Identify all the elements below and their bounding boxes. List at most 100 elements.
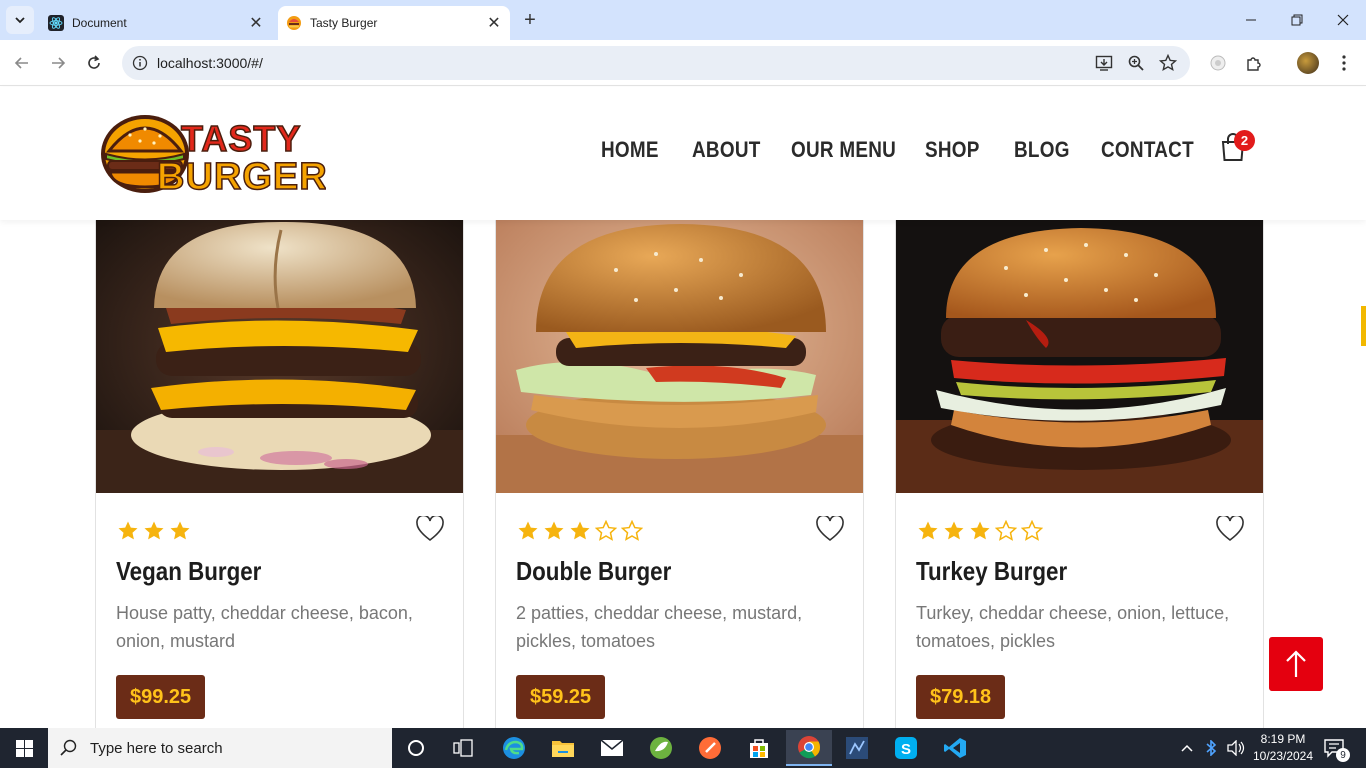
back-arrow-icon[interactable] xyxy=(8,49,36,77)
product-name[interactable]: Turkey Burger xyxy=(916,556,1067,587)
install-app-icon[interactable] xyxy=(1094,53,1114,73)
rating-stars xyxy=(515,518,645,544)
site-header: TASTY BURGER HOME ABOUT OUR MENU SHOP BL… xyxy=(0,87,1366,220)
star-filled-icon xyxy=(967,518,993,544)
address-bar[interactable]: localhost:3000/#/ xyxy=(122,46,1190,80)
show-hidden-icons[interactable] xyxy=(1180,728,1194,768)
more-menu-icon[interactable] xyxy=(1333,52,1355,74)
rating-stars xyxy=(115,518,193,544)
bluetooth-icon[interactable] xyxy=(1205,728,1217,768)
menu-section: Vegan Burger House patty, cheddar cheese… xyxy=(0,220,1366,728)
heart-icon[interactable] xyxy=(1216,514,1244,542)
chevron-down-icon xyxy=(15,17,25,24)
product-card: Turkey Burger Turkey, cheddar cheese, on… xyxy=(895,220,1264,728)
system-clock[interactable]: 8:19 PM 10/23/2024 xyxy=(1246,731,1320,765)
nav-blog[interactable]: BLOG xyxy=(1014,137,1070,163)
zoom-icon[interactable] xyxy=(1126,53,1146,73)
restore-icon[interactable] xyxy=(1283,6,1311,34)
reload-icon[interactable] xyxy=(80,49,108,77)
site-info-icon[interactable] xyxy=(130,53,150,73)
heart-icon[interactable] xyxy=(416,514,444,542)
star-filled-icon xyxy=(167,518,193,544)
close-tab-icon[interactable]: ✕ xyxy=(246,13,266,33)
product-image xyxy=(96,220,463,493)
notification-center-icon[interactable]: 9 xyxy=(1324,728,1350,768)
scroll-to-top-button[interactable] xyxy=(1269,637,1323,691)
product-name[interactable]: Double Burger xyxy=(516,556,671,587)
skype-icon[interactable]: S xyxy=(890,732,922,764)
search-icon xyxy=(60,739,77,756)
file-explorer-icon[interactable] xyxy=(547,732,579,764)
close-window-icon[interactable] xyxy=(1329,6,1357,34)
taskbar-search-box[interactable]: Type here to search xyxy=(48,728,392,768)
star-empty-icon xyxy=(993,518,1019,544)
tasty-burger-logo[interactable]: TASTY BURGER xyxy=(100,107,326,197)
network-tool-icon[interactable] xyxy=(841,732,873,764)
tab-document[interactable]: Document ✕ xyxy=(40,6,272,40)
product-card: Vegan Burger House patty, cheddar cheese… xyxy=(95,220,464,728)
nav-home[interactable]: HOME xyxy=(601,137,659,163)
star-filled-icon xyxy=(141,518,167,544)
nav-about[interactable]: ABOUT xyxy=(692,137,761,163)
product-description: House patty, cheddar cheese, bacon, onio… xyxy=(116,603,413,651)
star-filled-icon xyxy=(567,518,593,544)
windows-start-icon[interactable] xyxy=(0,728,48,768)
nav-shop[interactable]: SHOP xyxy=(925,137,980,163)
clock-date: 10/23/2024 xyxy=(1252,749,1314,763)
product-price[interactable]: $79.18 xyxy=(916,675,1006,719)
star-filled-icon xyxy=(941,518,967,544)
logo-line2: BURGER xyxy=(157,156,326,197)
tab-title: Document xyxy=(72,16,127,30)
star-empty-icon xyxy=(619,518,645,544)
product-price[interactable]: $99.25 xyxy=(116,675,206,719)
forward-arrow-icon[interactable] xyxy=(44,49,72,77)
product-image xyxy=(496,220,863,493)
notification-count: 9 xyxy=(1336,748,1350,762)
tab-tasty-burger[interactable]: Tasty Burger ✕ xyxy=(278,6,510,40)
bookmark-star-icon[interactable] xyxy=(1158,53,1178,73)
volume-icon[interactable] xyxy=(1227,728,1245,768)
mail-icon[interactable] xyxy=(596,732,628,764)
star-filled-icon xyxy=(515,518,541,544)
tab-title: Tasty Burger xyxy=(310,16,378,30)
tab-search-button[interactable] xyxy=(6,6,34,34)
product-card: Double Burger 2 patties, cheddar cheese,… xyxy=(495,220,864,728)
task-view-icon[interactable] xyxy=(447,732,479,764)
star-filled-icon xyxy=(915,518,941,544)
heart-icon[interactable] xyxy=(816,514,844,542)
extensions-puzzle-icon[interactable] xyxy=(1243,52,1265,74)
scrollbar-thumb[interactable] xyxy=(1361,306,1366,346)
vscode-icon[interactable] xyxy=(939,732,971,764)
cart-count-badge: 2 xyxy=(1234,130,1255,151)
spring-tools-icon[interactable] xyxy=(645,732,677,764)
nav-contact[interactable]: CONTACT xyxy=(1101,137,1194,163)
url-text: localhost:3000/#/ xyxy=(157,55,263,71)
nav-our-menu[interactable]: OUR MENU xyxy=(791,137,896,163)
clock-time: 8:19 PM xyxy=(1260,732,1306,746)
svg-text:S: S xyxy=(901,741,911,758)
logo-line1: TASTY xyxy=(181,118,301,159)
profile-avatar[interactable] xyxy=(1297,52,1319,74)
minimize-icon[interactable] xyxy=(1237,6,1265,34)
microsoft-store-icon[interactable] xyxy=(743,732,775,764)
product-image xyxy=(896,220,1263,493)
extension-icon[interactable] xyxy=(1207,52,1229,74)
cortana-icon[interactable] xyxy=(400,732,432,764)
product-description: Turkey, cheddar cheese, onion, lettuce, … xyxy=(916,603,1230,651)
star-empty-icon xyxy=(1019,518,1045,544)
edge-icon[interactable] xyxy=(498,732,530,764)
windows-taskbar: Type here to search S 8:19 PM 10/23/2024… xyxy=(0,728,1366,768)
new-tab-button[interactable]: + xyxy=(518,8,542,32)
product-price[interactable]: $59.25 xyxy=(516,675,606,719)
browser-tab-strip: Document ✕ Tasty Burger ✕ + xyxy=(0,0,1366,40)
rating-stars xyxy=(915,518,1045,544)
close-tab-icon[interactable]: ✕ xyxy=(484,13,504,33)
product-name[interactable]: Vegan Burger xyxy=(116,556,261,587)
postman-icon[interactable] xyxy=(694,732,726,764)
chrome-icon[interactable] xyxy=(786,730,832,766)
browser-toolbar: localhost:3000/#/ xyxy=(0,40,1366,86)
arrow-up-icon xyxy=(1286,650,1306,677)
search-placeholder: Type here to search xyxy=(90,739,223,757)
star-filled-icon xyxy=(115,518,141,544)
product-description: 2 patties, cheddar cheese, mustard, pick… xyxy=(516,603,803,651)
